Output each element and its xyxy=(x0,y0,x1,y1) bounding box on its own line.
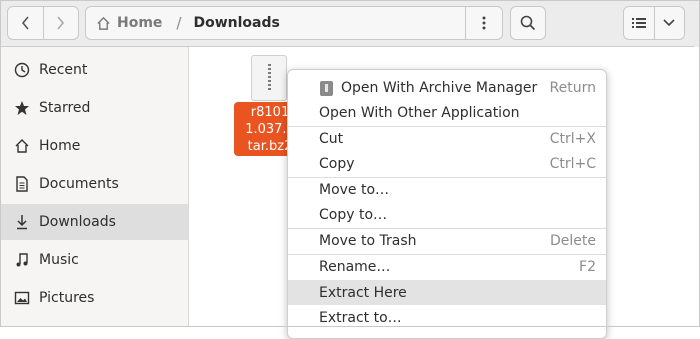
sidebar-item-label: Music xyxy=(39,252,79,268)
clock-icon xyxy=(13,61,31,79)
sidebar-item-pictures[interactable]: Pictures xyxy=(0,280,188,316)
menu-item-accelerator: Ctrl+X xyxy=(549,130,596,147)
menu-item-accelerator: Delete xyxy=(550,232,596,249)
context-menu: Open With Archive Manager Return Open Wi… xyxy=(287,69,607,339)
sidebar-item-label: Pictures xyxy=(39,290,95,306)
navigation-buttons xyxy=(7,6,79,40)
menu-item-label: Rename… xyxy=(319,258,391,275)
view-buttons xyxy=(623,6,685,40)
breadcrumb-separator: / xyxy=(176,14,182,32)
view-options-button[interactable] xyxy=(653,7,685,39)
download-icon xyxy=(13,213,31,231)
list-view-icon xyxy=(631,18,646,28)
menu-item-open-with-archive-manager[interactable]: Open With Archive Manager Return xyxy=(288,75,606,100)
menu-item-label: Open With Archive Manager xyxy=(341,79,538,96)
archive-file-icon[interactable] xyxy=(251,55,287,101)
sidebar-item-label: Downloads xyxy=(39,214,116,230)
kebab-menu-icon xyxy=(482,16,486,30)
breadcrumb-home[interactable]: Home xyxy=(96,15,162,31)
menu-item-copy[interactable]: Copy Ctrl+C xyxy=(288,151,606,176)
menu-item-accelerator: F2 xyxy=(579,258,596,275)
window-edge xyxy=(694,0,700,47)
sidebar-item-label: Starred xyxy=(39,100,91,116)
archive-manager-icon xyxy=(320,81,333,96)
menu-item-cut[interactable]: Cut Ctrl+X xyxy=(288,126,606,151)
menu-item-copy-to[interactable]: Copy to… xyxy=(288,202,606,227)
menu-item-move-to[interactable]: Move to… xyxy=(288,177,606,202)
sidebar-item-documents[interactable]: Documents xyxy=(0,166,188,202)
list-view-button[interactable] xyxy=(624,7,654,39)
sidebar-item-label: Documents xyxy=(39,176,119,192)
home-icon xyxy=(97,16,110,30)
star-icon xyxy=(13,99,31,117)
menu-item-label: Move to… xyxy=(319,181,390,198)
breadcrumb-current[interactable]: Downloads xyxy=(193,15,279,31)
breadcrumb-home-label: Home xyxy=(117,15,163,31)
menu-item-extract-to[interactable]: Extract to… xyxy=(288,305,606,330)
sidebar-item-label: Home xyxy=(39,138,81,154)
sidebar-item-recent[interactable]: Recent xyxy=(0,52,188,88)
search-icon xyxy=(520,15,536,31)
sidebar-item-music[interactable]: Music xyxy=(0,242,188,278)
back-icon xyxy=(22,16,29,30)
zipper-icon xyxy=(268,64,271,90)
path-bar: Home / Downloads xyxy=(85,6,503,40)
music-icon xyxy=(13,251,31,269)
search-button[interactable] xyxy=(510,6,546,40)
header-bar: Home / Downloads xyxy=(0,0,700,47)
forward-button[interactable] xyxy=(42,7,79,39)
document-icon xyxy=(13,175,31,193)
menu-item-open-with-other-application[interactable]: Open With Other Application xyxy=(288,100,606,125)
menu-item-accelerator: Ctrl+C xyxy=(549,155,596,172)
menu-item-label: Open With Other Application xyxy=(319,104,520,121)
sidebar-item-starred[interactable]: Starred xyxy=(0,90,188,126)
menu-item-rename[interactable]: Rename… F2 xyxy=(288,254,606,279)
menu-item-move-to-trash[interactable]: Move to Trash Delete xyxy=(288,228,606,253)
pictures-icon xyxy=(13,289,31,307)
menu-item-label: Copy xyxy=(319,155,355,172)
menu-item-label: Extract Here xyxy=(319,284,407,301)
sidebar: Recent Starred Home Documents Downloads … xyxy=(0,47,189,327)
sidebar-item-downloads[interactable]: Downloads xyxy=(0,204,188,240)
home-icon xyxy=(13,137,31,155)
menu-item-extract-here[interactable]: Extract Here xyxy=(288,280,606,305)
menu-item-label: Extract to… xyxy=(319,309,402,326)
back-button[interactable] xyxy=(8,7,43,39)
menu-item-label: Move to Trash xyxy=(319,232,417,249)
forward-icon xyxy=(57,16,64,30)
folder-menu-button[interactable] xyxy=(465,7,502,39)
menu-item-accelerator: Return xyxy=(549,79,596,96)
sidebar-item-home[interactable]: Home xyxy=(0,128,188,164)
chevron-down-icon xyxy=(663,19,675,27)
menu-item-label: Cut xyxy=(319,130,344,147)
sidebar-item-label: Recent xyxy=(39,62,88,78)
menu-item-label: Copy to… xyxy=(319,206,388,223)
